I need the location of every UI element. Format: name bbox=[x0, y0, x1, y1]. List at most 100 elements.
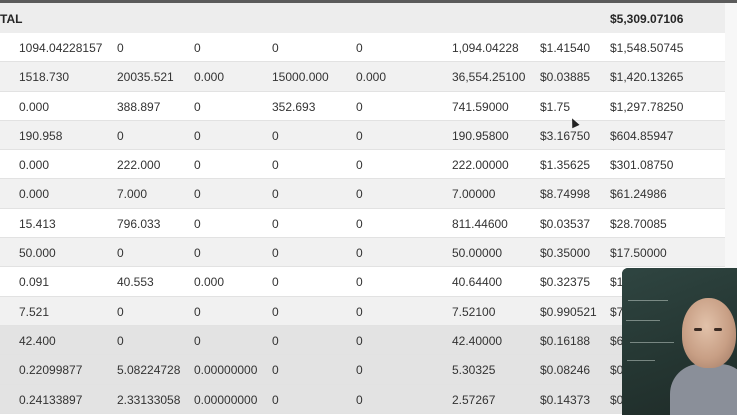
table-cell[interactable]: 0.00000000 bbox=[194, 363, 257, 377]
table-cell[interactable]: $604.85947 bbox=[610, 129, 673, 143]
table-cell[interactable]: 0.000 bbox=[194, 70, 224, 84]
table-cell[interactable]: 222.00000 bbox=[452, 158, 509, 172]
table-cell[interactable]: 796.033 bbox=[117, 217, 160, 231]
table-cell[interactable]: 0 bbox=[356, 363, 363, 377]
table-cell[interactable]: 0 bbox=[272, 363, 279, 377]
table-row[interactable]: 42.400 0 0 0 0 42.40000 $0.16188 $6 bbox=[0, 325, 725, 356]
table-cell[interactable]: 0 bbox=[356, 100, 363, 114]
table-cell[interactable]: 0.000 bbox=[19, 100, 49, 114]
table-cell[interactable]: $17.50000 bbox=[610, 246, 667, 260]
total-value[interactable]: $5,309.07106 bbox=[610, 12, 683, 26]
table-cell[interactable]: 0 bbox=[194, 129, 201, 143]
table-cell[interactable]: 40.553 bbox=[117, 275, 154, 289]
table-cell[interactable]: 0 bbox=[356, 275, 363, 289]
table-cell[interactable]: 0.000 bbox=[194, 275, 224, 289]
table-cell[interactable]: 0 bbox=[272, 217, 279, 231]
table-cell[interactable]: 0 bbox=[117, 129, 124, 143]
table-cell[interactable]: $0.08246 bbox=[540, 363, 590, 377]
table-cell[interactable]: 0 bbox=[194, 217, 201, 231]
table-row[interactable]: 0.000 7.000 0 0 0 7.00000 $8.74998 $61.24986 bbox=[0, 179, 725, 209]
table-cell[interactable]: $0.35000 bbox=[540, 246, 590, 260]
table-cell[interactable]: $0.16188 bbox=[540, 334, 590, 348]
table-row[interactable]: 7.521 0 0 0 0 7.52100 $0.990521 $7 bbox=[0, 296, 725, 326]
table-cell[interactable]: 0 bbox=[356, 305, 363, 319]
table-cell[interactable]: 0.24133897 bbox=[19, 393, 82, 407]
table-cell[interactable]: 0 bbox=[272, 41, 279, 55]
table-cell[interactable]: 40.64400 bbox=[452, 275, 502, 289]
table-cell[interactable]: 0 bbox=[194, 100, 201, 114]
table-cell[interactable]: 352.693 bbox=[272, 100, 315, 114]
table-cell[interactable]: 0.000 bbox=[356, 70, 386, 84]
table-cell[interactable]: 0 bbox=[356, 41, 363, 55]
table-cell[interactable]: 0.00000000 bbox=[194, 393, 257, 407]
table-cell[interactable]: 0 bbox=[356, 187, 363, 201]
table-cell[interactable]: 5.30325 bbox=[452, 363, 495, 377]
table-cell[interactable]: $1.75 bbox=[540, 100, 570, 114]
table-cell[interactable]: 0 bbox=[356, 246, 363, 260]
table-cell[interactable]: 741.59000 bbox=[452, 100, 509, 114]
table-cell[interactable]: 811.44600 bbox=[452, 217, 508, 231]
table-row[interactable]: 15.413 796.033 0 0 0 811.44600 $0.03537 $28.700… bbox=[0, 209, 725, 239]
table-cell[interactable]: 7.52100 bbox=[452, 305, 495, 319]
table-cell[interactable]: $1,297.78250 bbox=[610, 100, 683, 114]
table-cell[interactable]: 0 bbox=[272, 305, 279, 319]
table-cell[interactable]: $1,420.13265 bbox=[610, 70, 683, 84]
table-cell[interactable]: $0.990521 bbox=[540, 305, 597, 319]
table-cell[interactable]: 0.22099877 bbox=[19, 363, 82, 377]
table-cell[interactable]: 0 bbox=[356, 217, 363, 231]
table-cell[interactable]: 0 bbox=[194, 158, 201, 172]
table-row[interactable]: 1094.04228157 0 0 0 0 1,094.04228 $1.41540 $1,5… bbox=[0, 33, 725, 63]
table-cell[interactable]: 20035.521 bbox=[117, 70, 174, 84]
table-cell[interactable]: 0.000 bbox=[19, 158, 49, 172]
table-cell[interactable]: 0 bbox=[356, 393, 363, 407]
table-cell[interactable]: 2.33133058 bbox=[117, 393, 180, 407]
table-cell[interactable]: 15000.000 bbox=[272, 70, 329, 84]
table-cell[interactable]: 0.000 bbox=[19, 187, 49, 201]
table-cell[interactable]: $0.32375 bbox=[540, 275, 590, 289]
table-cell[interactable]: 5.08224728 bbox=[117, 363, 180, 377]
table-row[interactable]: 0.24133897 2.33133058 0.00000000 0 0 2.57267 $… bbox=[0, 384, 725, 414]
table-cell[interactable]: 7.521 bbox=[19, 305, 49, 319]
table-cell[interactable]: 0 bbox=[356, 334, 363, 348]
table-cell[interactable]: 0 bbox=[194, 334, 201, 348]
table-row[interactable]: 0.000 222.000 0 0 0 222.00000 $1.35625 $301.087… bbox=[0, 150, 725, 180]
table-cell[interactable]: 0 bbox=[194, 41, 201, 55]
table-row[interactable]: 0.22099877 5.08224728 0.00000000 0 0 5.30325 $… bbox=[0, 355, 725, 385]
table-cell[interactable]: 1518.730 bbox=[19, 70, 69, 84]
table-cell[interactable]: $0.14373 bbox=[540, 393, 590, 407]
table-cell[interactable]: 0 bbox=[117, 246, 124, 260]
table-cell[interactable]: 1094.04228157 bbox=[19, 41, 102, 55]
table-cell[interactable]: $1.35625 bbox=[540, 158, 590, 172]
table-cell[interactable]: 0 bbox=[117, 334, 124, 348]
table-cell[interactable]: 50.00000 bbox=[452, 246, 502, 260]
table-cell[interactable]: 0 bbox=[272, 158, 279, 172]
table-cell[interactable]: 0 bbox=[272, 246, 279, 260]
table-cell[interactable]: $28.70085 bbox=[610, 217, 667, 231]
table-cell[interactable]: 7.00000 bbox=[452, 187, 495, 201]
table-cell[interactable]: 190.95800 bbox=[452, 129, 509, 143]
table-cell[interactable]: 0 bbox=[117, 41, 124, 55]
table-cell[interactable]: $8.74998 bbox=[540, 187, 590, 201]
table-cell[interactable]: 190.958 bbox=[19, 129, 62, 143]
table-cell[interactable]: 388.897 bbox=[117, 100, 160, 114]
table-cell[interactable]: 0 bbox=[194, 187, 201, 201]
table-cell[interactable]: 0 bbox=[194, 305, 201, 319]
table-cell[interactable]: 0 bbox=[117, 305, 124, 319]
table-cell[interactable]: 0 bbox=[356, 158, 363, 172]
table-cell[interactable]: $3.16750 bbox=[540, 129, 590, 143]
table-cell[interactable]: 0 bbox=[272, 187, 279, 201]
table-cell[interactable]: 42.40000 bbox=[452, 334, 502, 348]
table-cell[interactable]: $301.08750 bbox=[610, 158, 673, 172]
table-cell[interactable]: 0.091 bbox=[19, 275, 49, 289]
table-cell[interactable]: 0 bbox=[272, 393, 279, 407]
table-cell[interactable]: 0 bbox=[356, 129, 363, 143]
table-row[interactable]: 0.091 40.553 0.000 0 0 40.64400 $0.32375 $1 bbox=[0, 267, 725, 297]
table-cell[interactable]: $0.03537 bbox=[540, 217, 590, 231]
table-row[interactable]: 1518.730 20035.521 0.000 15000.000 0.000 36,5… bbox=[0, 62, 725, 92]
table-cell[interactable]: 36,554.25100 bbox=[452, 70, 525, 84]
table-row[interactable]: 190.958 0 0 0 0 190.95800 $3.16750 $604.85947 bbox=[0, 120, 725, 151]
table-row[interactable]: 50.000 0 0 0 0 50.00000 $0.35000 $17.50000 bbox=[0, 238, 725, 268]
table-cell[interactable]: 0 bbox=[272, 129, 279, 143]
table-cell[interactable]: 15.413 bbox=[19, 217, 56, 231]
table-cell[interactable]: 0 bbox=[194, 246, 201, 260]
